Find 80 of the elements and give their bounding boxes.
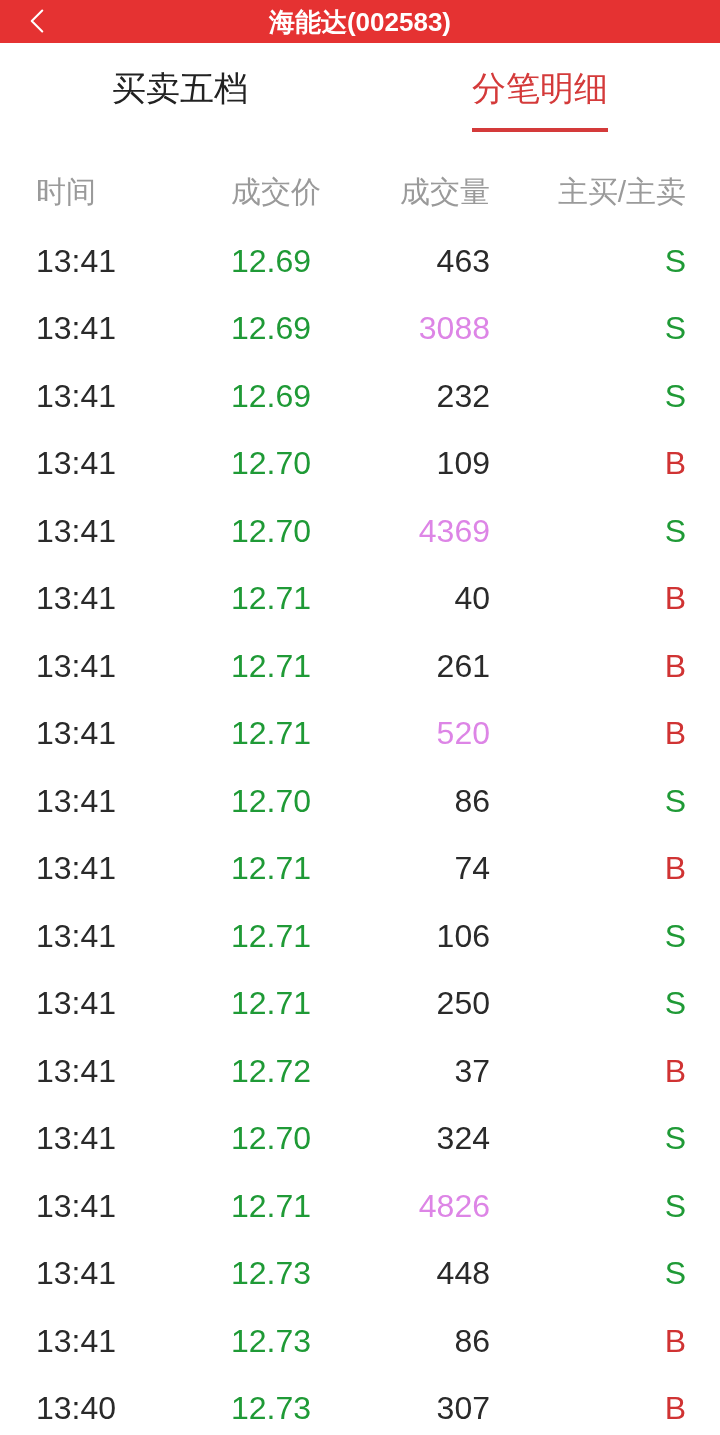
trade-side: B: [664, 1389, 686, 1428]
trade-time: 13:41: [36, 849, 117, 888]
trade-time: 13:41: [36, 984, 117, 1023]
trade-volume: 106: [436, 916, 490, 955]
trade-time: 13:41: [36, 1051, 117, 1090]
trade-side: B: [664, 1051, 686, 1090]
trade-price: 12.73: [231, 1254, 312, 1293]
trade-price: 12.71: [231, 714, 312, 753]
trade-side: S: [664, 1254, 686, 1293]
trade-side: B: [664, 444, 686, 483]
trade-volume: 232: [436, 376, 490, 415]
trade-time: 13:40: [36, 1389, 117, 1428]
trade-price: 12.70: [231, 444, 312, 483]
trade-price: 12.71: [231, 1186, 312, 1225]
trade-price: 12.70: [231, 1119, 312, 1158]
trade-volume: 448: [436, 1254, 490, 1293]
trade-volume: 261: [436, 646, 490, 685]
trade-price: 12.72: [231, 1051, 312, 1090]
trade-price: 12.71: [231, 646, 312, 685]
trade-volume: 520: [436, 714, 490, 753]
trade-volume: 250: [436, 984, 490, 1023]
trade-side: B: [664, 1321, 686, 1360]
trade-time: 13:41: [36, 511, 117, 550]
trade-price: 12.70: [231, 781, 312, 820]
trade-side: B: [664, 849, 686, 888]
trade-price: 12.73: [231, 1389, 312, 1428]
trade-price: 12.69: [231, 241, 312, 280]
trade-volume: 74: [454, 849, 490, 888]
trade-side: B: [664, 579, 686, 618]
trade-time: 13:41: [36, 1186, 117, 1225]
trade-volume: 463: [436, 241, 490, 280]
trade-side: S: [664, 1119, 686, 1158]
trade-side: B: [664, 646, 686, 685]
trade-time: 13:41: [36, 781, 117, 820]
trade-volume: 86: [454, 1321, 490, 1360]
trade-volume: 4826: [418, 1186, 490, 1225]
trade-time: 13:41: [36, 916, 117, 955]
trade-price: 12.71: [231, 579, 312, 618]
trade-volume: 109: [436, 444, 490, 483]
trade-time: 13:41: [36, 579, 117, 618]
column-header: 成交量: [400, 174, 490, 210]
trade-volume: 324: [436, 1119, 490, 1158]
trade-side: S: [664, 781, 686, 820]
column-header: 成交价: [231, 174, 321, 210]
trade-price: 12.71: [231, 849, 312, 888]
trade-side: S: [664, 1186, 686, 1225]
tab[interactable]: 买卖五档: [112, 65, 248, 132]
trade-time: 13:41: [36, 646, 117, 685]
trade-price: 12.69: [231, 309, 312, 348]
trade-volume: 307: [436, 1389, 490, 1428]
trade-time: 13:41: [36, 1119, 117, 1158]
trade-price: 12.69: [231, 376, 312, 415]
trade-price: 12.71: [231, 984, 312, 1023]
trade-side: S: [664, 241, 686, 280]
column-header: 主买/主卖: [557, 174, 686, 210]
trade-time: 13:41: [36, 241, 117, 280]
trade-price: 12.73: [231, 1321, 312, 1360]
trade-side: B: [664, 714, 686, 753]
back-icon[interactable]: [30, 8, 44, 34]
trade-volume: 40: [454, 579, 490, 618]
trade-volume: 4369: [418, 511, 490, 550]
trade-time: 13:41: [36, 444, 117, 483]
page-title: 海能达(002583): [268, 5, 452, 38]
trade-time: 13:41: [36, 714, 117, 753]
trade-time: 13:41: [36, 376, 117, 415]
trade-side: S: [664, 511, 686, 550]
trade-side: S: [664, 376, 686, 415]
column-header: 时间: [36, 174, 96, 210]
trade-volume: 37: [454, 1051, 490, 1090]
tab[interactable]: 分笔明细: [472, 65, 608, 132]
trade-time: 13:41: [36, 1254, 117, 1293]
trade-time: 13:41: [36, 309, 117, 348]
trade-time: 13:41: [36, 1321, 117, 1360]
trade-side: S: [664, 984, 686, 1023]
trade-side: S: [664, 309, 686, 348]
trade-volume: 3088: [418, 309, 490, 348]
trade-volume: 86: [454, 781, 490, 820]
trade-side: S: [664, 916, 686, 955]
trade-price: 12.71: [231, 916, 312, 955]
trade-price: 12.70: [231, 511, 312, 550]
